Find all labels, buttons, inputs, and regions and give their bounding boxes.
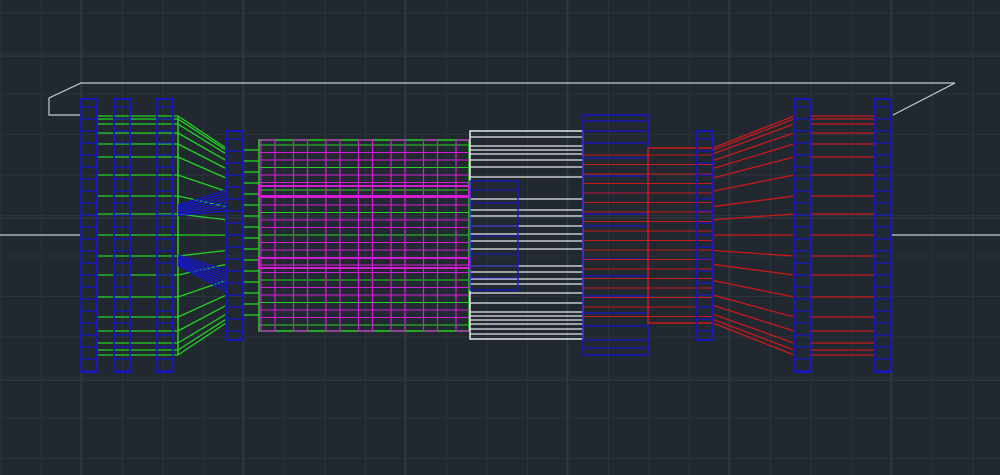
cad-drawing-viewport[interactable] xyxy=(0,0,1000,475)
red-fan-wire xyxy=(712,195,795,208)
red-fan-wire xyxy=(712,279,795,298)
red-fan-wire xyxy=(712,318,795,351)
cad-drawing[interactable] xyxy=(0,0,1000,475)
red-fan-wire xyxy=(712,294,795,318)
green-fan-wire xyxy=(177,174,227,192)
red-fan-wire xyxy=(712,263,795,276)
red-fan-wire xyxy=(712,213,795,221)
red-fan-wire xyxy=(712,115,795,149)
outline-polyline xyxy=(48,82,956,116)
blue-column-1 xyxy=(80,98,98,373)
green-fan-wire xyxy=(177,123,227,155)
blue-box xyxy=(582,114,649,356)
red-fan-wire xyxy=(712,123,795,155)
blue-column-7 xyxy=(874,98,892,373)
red-fan-wire xyxy=(712,249,795,257)
green-fan-wire xyxy=(177,318,227,351)
green-fan-wire xyxy=(177,115,227,149)
green-fan-wire xyxy=(177,294,227,318)
blue-column-6 xyxy=(793,98,811,373)
green-fan-wire xyxy=(177,279,227,298)
red-fan-wire xyxy=(712,174,795,192)
green-fan-wire xyxy=(177,249,227,257)
center-block-assembly xyxy=(258,114,649,356)
background-grid xyxy=(0,0,1000,475)
outline-shape xyxy=(0,82,1000,236)
